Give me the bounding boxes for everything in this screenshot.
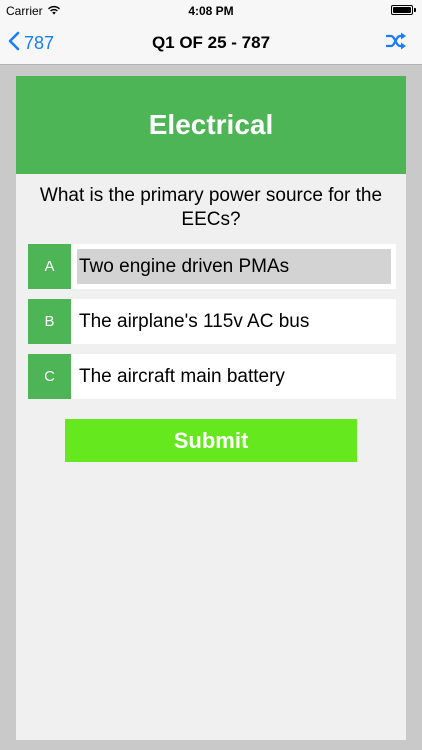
answer-letter: B [28, 299, 71, 344]
answer-option-a[interactable]: A Two engine driven PMAs [28, 244, 396, 289]
answer-option-c[interactable]: C The aircraft main battery [28, 354, 396, 399]
navigation-bar: 787 Q1 OF 25 - 787 [0, 22, 422, 65]
answer-text: The aircraft main battery [79, 365, 285, 387]
battery-indicator [391, 5, 416, 15]
answer-option-b[interactable]: B The airplane's 115v AC bus [28, 299, 396, 344]
answer-list: A Two engine driven PMAs B The airplane'… [28, 244, 396, 409]
answer-letter: C [28, 354, 71, 399]
category-title: Electrical [148, 109, 274, 140]
answer-letter: A [28, 244, 71, 289]
battery-icon [391, 5, 413, 15]
status-bar: Carrier 4:08 PM [0, 0, 422, 22]
quiz-card: Electrical What is the primary power sou… [16, 76, 406, 740]
category-header: Electrical [16, 76, 406, 174]
status-time: 4:08 PM [188, 4, 234, 18]
question-text: What is the primary power source for the… [39, 185, 383, 230]
submit-button[interactable]: Submit [65, 419, 357, 462]
answer-text: Two engine driven PMAs [77, 249, 391, 284]
shuffle-icon [385, 32, 407, 55]
page-title: Q1 OF 25 - 787 [151, 33, 271, 52]
shuffle-button[interactable] [384, 32, 408, 54]
answer-text: The airplane's 115v AC bus [79, 310, 310, 332]
